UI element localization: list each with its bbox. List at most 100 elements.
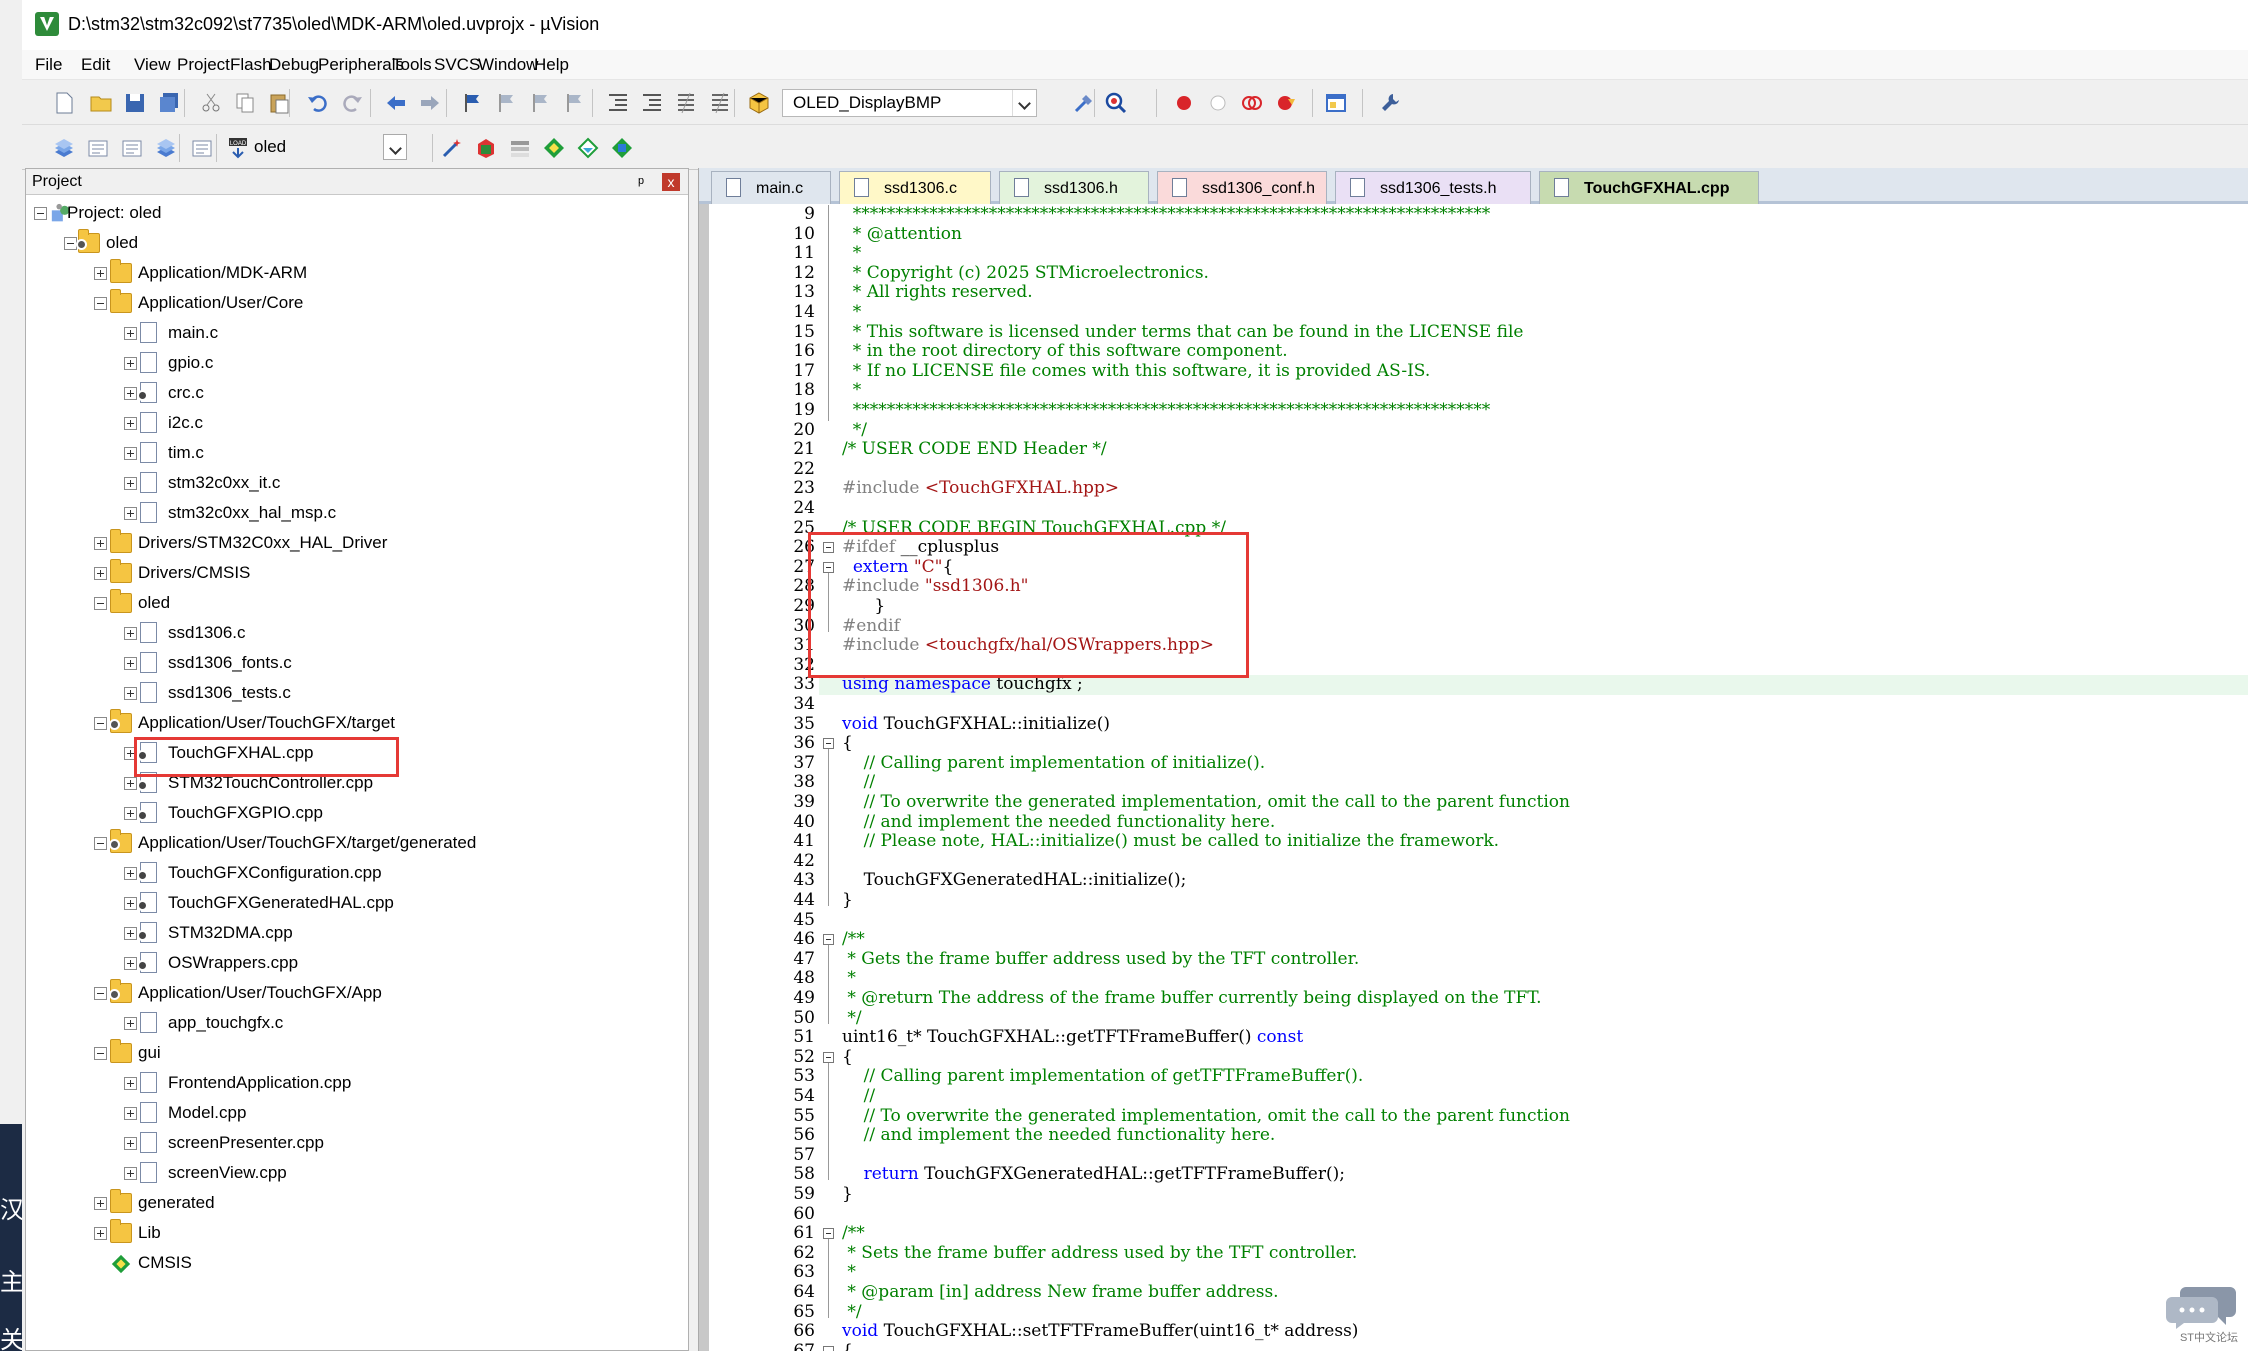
tree-node-app-touchgfx-c[interactable]: app_touchgfx.c — [26, 1008, 666, 1038]
expand-icon[interactable] — [124, 897, 137, 910]
expand-icon[interactable] — [124, 357, 137, 370]
batch-build-icon[interactable] — [154, 136, 178, 160]
tree-node-touchgfxgpio-cpp[interactable]: TouchGFXGPIO.cpp — [26, 798, 666, 828]
nav-back-icon[interactable] — [384, 91, 408, 115]
file-target-icon[interactable] — [747, 91, 771, 115]
tree-node-cmsis[interactable]: CMSIS — [26, 1248, 666, 1278]
expand-icon[interactable] — [124, 927, 137, 940]
collapse-icon[interactable] — [94, 1047, 107, 1060]
tree-node-oswrappers-cpp[interactable]: OSWrappers.cpp — [26, 948, 666, 978]
expand-icon[interactable] — [124, 417, 137, 430]
paste-icon[interactable] — [267, 91, 291, 115]
tree-node-ssd1306-c[interactable]: ssd1306.c — [26, 618, 666, 648]
fold-collapse-icon[interactable] — [823, 1345, 834, 1351]
menu-svcs[interactable]: SVCS — [434, 55, 480, 75]
fold-collapse-icon[interactable] — [823, 1051, 834, 1063]
tab-ssd1306-conf-h[interactable]: ssd1306_conf.h — [1157, 171, 1327, 204]
tree-node-gui[interactable]: gui — [26, 1038, 666, 1068]
collapse-icon[interactable] — [94, 987, 107, 1000]
tree-node-application-mdk-arm[interactable]: Application/MDK-ARM — [26, 258, 666, 288]
tree-node-drivers-cmsis[interactable]: Drivers/CMSIS — [26, 558, 666, 588]
close-panel-button[interactable]: x — [662, 173, 680, 191]
collapse-icon[interactable] — [94, 297, 107, 310]
collapse-icon[interactable] — [94, 837, 107, 850]
tree-node-generated[interactable]: generated — [26, 1188, 666, 1218]
target-combo[interactable]: OLED_DisplayBMP — [782, 89, 1037, 117]
uncomment-icon[interactable] — [708, 91, 732, 115]
configure-icon[interactable] — [1379, 91, 1403, 115]
expand-icon[interactable] — [124, 507, 137, 520]
next-bookmark-icon[interactable] — [529, 91, 553, 115]
menu-view[interactable]: View — [134, 55, 171, 75]
expand-icon[interactable] — [94, 1227, 107, 1240]
expand-icon[interactable] — [124, 447, 137, 460]
clear-bookmarks-icon[interactable] — [563, 91, 587, 115]
stop-build-icon[interactable] — [190, 136, 214, 160]
expand-icon[interactable] — [94, 567, 107, 580]
code-view[interactable]: 9 10 11 12 13 14 15 16 17 18 19 20 21 22 23 24 25 26 27 28 2… — [699, 204, 2248, 1351]
tree-node-i2c-c[interactable]: i2c.c — [26, 408, 666, 438]
menu-window[interactable]: Window — [478, 55, 538, 75]
comment-icon[interactable] — [674, 91, 698, 115]
chevron-down-icon[interactable] — [1012, 90, 1036, 116]
menu-edit[interactable]: Edit — [81, 55, 110, 75]
open-folder-icon[interactable] — [89, 91, 113, 115]
collapse-icon[interactable] — [94, 717, 107, 730]
expand-icon[interactable] — [124, 1137, 137, 1150]
build-target-combo[interactable]: oled — [244, 134, 407, 162]
menu-project[interactable]: Project — [177, 55, 230, 75]
cut-icon[interactable] — [199, 91, 223, 115]
expand-icon[interactable] — [124, 867, 137, 880]
expand-icon[interactable] — [124, 387, 137, 400]
expand-icon[interactable] — [124, 657, 137, 670]
tree-node-screenview-cpp[interactable]: screenView.cpp — [26, 1158, 666, 1188]
tab-touchgfxhal-cpp[interactable]: TouchGFXHAL.cpp — [1539, 171, 1759, 207]
fold-collapse-icon[interactable] — [823, 738, 834, 750]
expand-icon[interactable] — [124, 1017, 137, 1030]
expand-icon[interactable] — [124, 1077, 137, 1090]
tree-node-model-cpp[interactable]: Model.cpp — [26, 1098, 666, 1128]
chat-bubble-icon[interactable] — [2166, 1283, 2236, 1329]
collapse-icon[interactable] — [34, 207, 47, 220]
tab-main-c[interactable]: main.c — [711, 171, 831, 204]
translate-icon[interactable] — [52, 136, 76, 160]
window-layout-icon[interactable] — [1324, 91, 1348, 115]
tree-node-tim-c[interactable]: tim.c — [26, 438, 666, 468]
tree-node-ssd1306-tests-c[interactable]: ssd1306_tests.c — [26, 678, 666, 708]
options-for-target-icon[interactable] — [440, 136, 464, 160]
tab-ssd1306-c[interactable]: ssd1306.c — [839, 171, 991, 204]
menu-help[interactable]: Help — [534, 55, 569, 75]
tree-node-ssd1306-fonts-c[interactable]: ssd1306_fonts.c — [26, 648, 666, 678]
expand-icon[interactable] — [124, 1107, 137, 1120]
expand-icon[interactable] — [124, 807, 137, 820]
expand-icon[interactable] — [94, 1197, 107, 1210]
copy-icon[interactable] — [233, 91, 257, 115]
tree-node-oled[interactable]: oled — [26, 588, 666, 618]
pin-icon[interactable]: ᵖ — [638, 171, 644, 197]
menu-tools[interactable]: Tools — [392, 55, 432, 75]
fold-collapse-icon[interactable] — [823, 1228, 834, 1240]
indent-icon[interactable] — [606, 91, 630, 115]
breakpoint-kill-all-icon[interactable] — [1274, 91, 1298, 115]
undo-icon[interactable] — [306, 91, 330, 115]
expand-icon[interactable] — [94, 267, 107, 280]
tree-node-screenpresenter-cpp[interactable]: screenPresenter.cpp — [26, 1128, 666, 1158]
fold-collapse-icon[interactable] — [823, 934, 834, 946]
tree-node-application-user-core[interactable]: Application/User/Core — [26, 288, 666, 318]
tree-node-frontendapplication-cpp[interactable]: FrontendApplication.cpp — [26, 1068, 666, 1098]
tree-node-project-oled[interactable]: Project: oled — [26, 198, 666, 228]
tree-node-stm32c0xx-it-c[interactable]: stm32c0xx_it.c — [26, 468, 666, 498]
save-icon[interactable] — [123, 91, 147, 115]
tab-ssd1306-tests-h[interactable]: ssd1306_tests.h — [1335, 171, 1531, 204]
save-all-icon[interactable] — [157, 91, 181, 115]
tree-node-stm32c0xx-hal-msp-c[interactable]: stm32c0xx_hal_msp.c — [26, 498, 666, 528]
tree-node-application-user-touchgfx-target[interactable]: Application/User/TouchGFX/target — [26, 708, 666, 738]
menu-file[interactable]: File — [35, 55, 62, 75]
breakpoint-enable-icon[interactable] — [1206, 91, 1230, 115]
nav-forward-icon[interactable] — [418, 91, 442, 115]
manage-components-icon[interactable] — [508, 136, 532, 160]
cmsis-pack-icon[interactable] — [610, 136, 634, 160]
tree-node-gpio-c[interactable]: gpio.c — [26, 348, 666, 378]
tree-node-stm32dma-cpp[interactable]: STM32DMA.cpp — [26, 918, 666, 948]
find-icon[interactable] — [1104, 91, 1128, 115]
